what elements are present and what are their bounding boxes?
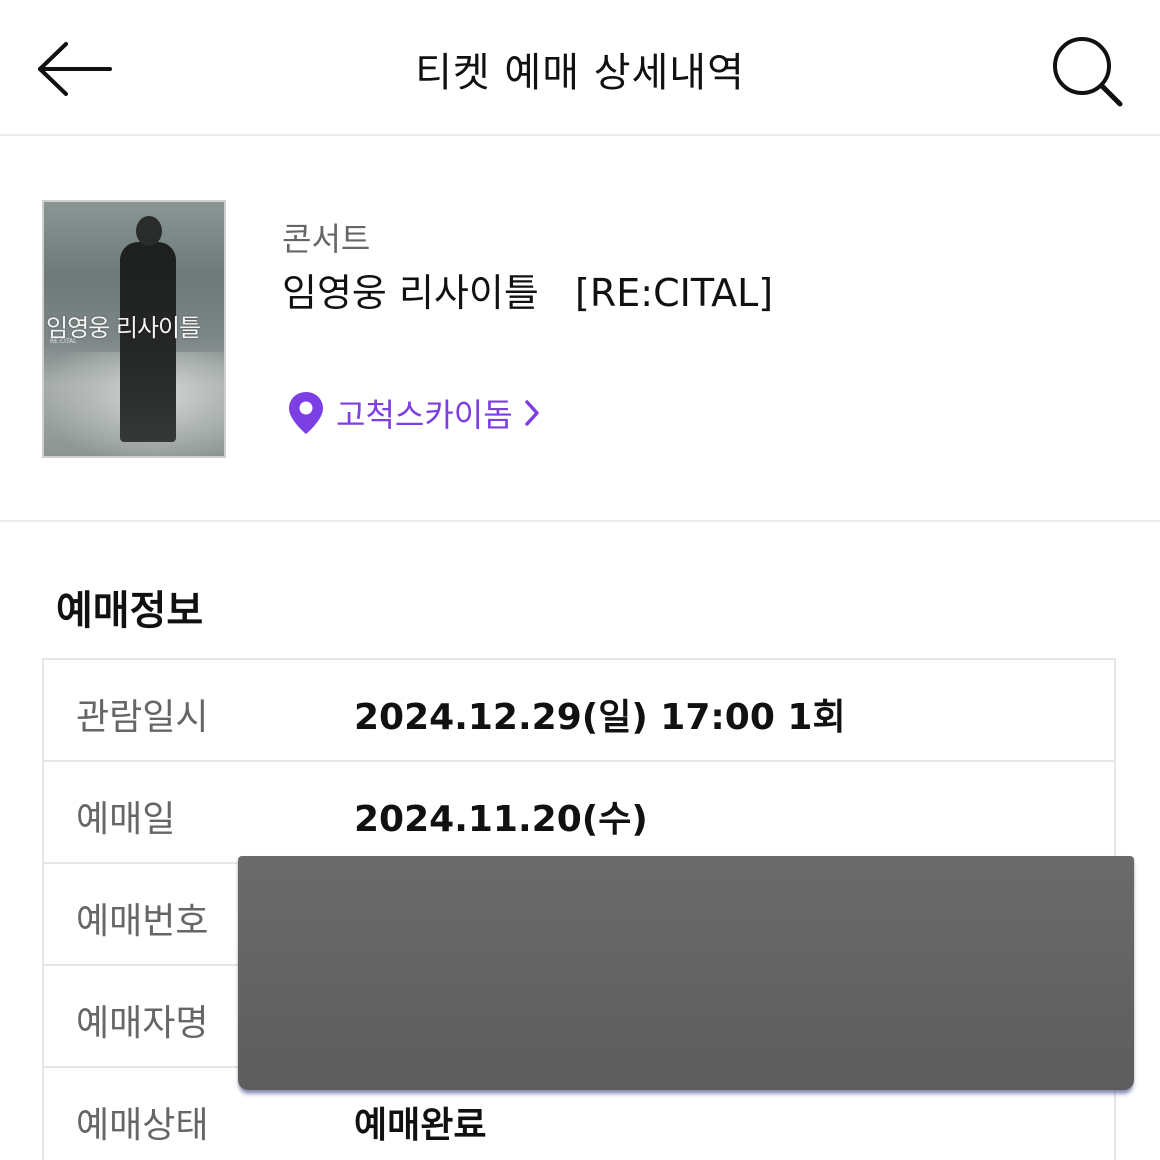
page-title: 티켓 예매 상세내역 (415, 50, 745, 96)
row-value-viewing-date: 2024.12.29(일) 17:00 1회 (354, 697, 846, 738)
search-icon (1053, 37, 1123, 107)
row-value-booking-date: 2024.11.20(수) (354, 799, 648, 840)
reservation-section-title: 예매정보 (56, 588, 204, 634)
redaction-cover (238, 856, 1134, 1090)
row-label-viewing-date: 관람일시 (76, 697, 209, 738)
table-row: 예매일 2024.11.20(수) (44, 762, 1114, 864)
ticket-detail-page: 티켓 예매 상세내역 임영웅 리사이틀 RE:CITAL 콘서트 임영웅 리사이… (0, 0, 1160, 1160)
venue-name: 고척스카이돔 (336, 396, 513, 434)
row-label-booking-status: 예매상태 (76, 1105, 209, 1146)
event-title: 임영웅 리사이틀 [RE:CITAL] (282, 271, 774, 315)
event-summary: 임영웅 리사이틀 RE:CITAL 콘서트 임영웅 리사이틀 [RE:CITAL… (0, 136, 1160, 522)
row-label-booking-date: 예매일 (76, 799, 176, 840)
row-value-booking-status: 예매완료 (354, 1105, 487, 1146)
table-row: 관람일시 2024.12.29(일) 17:00 1회 (44, 660, 1114, 762)
event-poster[interactable]: 임영웅 리사이틀 RE:CITAL (42, 200, 226, 458)
row-label-booker-name: 예매자명 (76, 1003, 209, 1044)
search-button[interactable] (1048, 30, 1128, 110)
location-pin-icon (289, 392, 323, 434)
chevron-right-icon (524, 400, 539, 426)
event-category: 콘서트 (282, 220, 371, 258)
row-label-booking-number: 예매번호 (76, 901, 209, 942)
app-header: 티켓 예매 상세내역 (0, 0, 1160, 136)
poster-figure-head (136, 216, 162, 246)
venue-link[interactable]: 고척스카이돔 (286, 390, 541, 436)
poster-subtitle: RE:CITAL (50, 338, 77, 345)
